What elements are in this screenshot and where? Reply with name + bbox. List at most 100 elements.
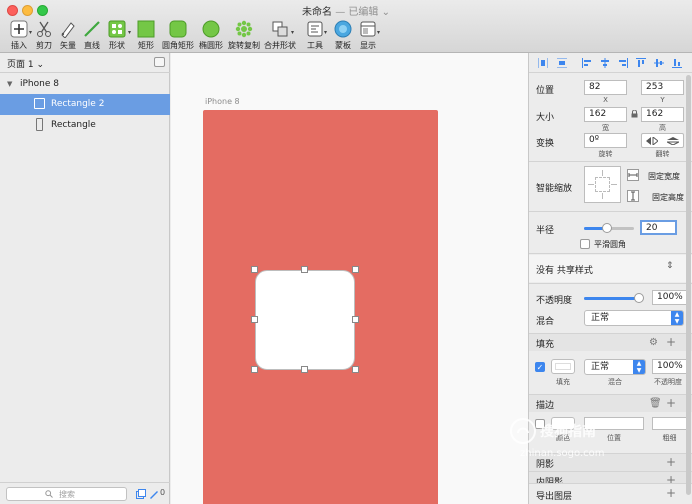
align-right-icon[interactable] <box>618 58 628 68</box>
border-width-input[interactable] <box>652 417 687 430</box>
fill-sublabel: 填充 <box>556 378 570 386</box>
layer-rectangle-2[interactable]: Rectangle 2 <box>0 94 170 115</box>
blend-mode-value: 正常 <box>591 313 610 323</box>
layer-rectangle[interactable]: Rectangle <box>0 115 170 136</box>
transform-label: 变换 <box>536 139 555 149</box>
resize-handle[interactable] <box>251 366 258 373</box>
inspector-scrollbar[interactable] <box>686 75 691 495</box>
export-section-header: 导出图层 + <box>529 483 692 504</box>
opacity-input[interactable]: 100% <box>652 290 687 305</box>
view-icon <box>360 21 376 37</box>
fix-height-icon[interactable] <box>627 190 639 202</box>
resize-handle[interactable] <box>251 316 258 323</box>
blend-label: 混合 <box>536 317 555 327</box>
width-sublabel: 宽 <box>602 124 609 132</box>
artboard-title[interactable]: iPhone 8 <box>205 97 240 106</box>
combine-icon <box>272 21 288 37</box>
select-arrows-icon: ⇕ <box>666 261 674 271</box>
selected-rounded-rectangle[interactable] <box>255 270 355 370</box>
opacity-slider-knob[interactable] <box>634 293 644 303</box>
fill-header: 填充 <box>536 340 555 350</box>
flip-vertical-icon[interactable] <box>667 137 679 145</box>
flip-horizontal-icon[interactable] <box>646 137 658 145</box>
rounded-rectangle-icon <box>169 20 187 38</box>
search-placeholder: 搜索 <box>59 490 75 499</box>
symbols-icon[interactable] <box>136 489 146 499</box>
border-header: 描边 <box>536 401 555 411</box>
height-sublabel: 高 <box>659 124 666 132</box>
align-top-icon[interactable] <box>636 58 646 68</box>
resize-handle[interactable] <box>251 266 258 273</box>
smooth-corners-checkbox[interactable] <box>580 239 590 249</box>
shapes-icon <box>108 20 126 38</box>
fill-opacity-input[interactable]: 100% <box>652 359 687 374</box>
rotation-input[interactable]: 0º <box>584 133 627 148</box>
edit-pen-icon[interactable] <box>149 489 159 499</box>
radius-slider[interactable] <box>584 223 634 233</box>
add-fill-icon[interactable]: + <box>666 335 676 349</box>
width-input[interactable]: 162 <box>584 107 627 122</box>
inner-shadow-section-header: 内阴影 + <box>529 471 692 483</box>
fill-enabled-checkbox[interactable]: ✓ <box>535 362 545 372</box>
gear-icon[interactable]: ⚙ <box>649 337 658 348</box>
watermark-text: 搜狗指南 <box>540 424 596 440</box>
blend-mode-select[interactable]: 正常 ▲ ▼ <box>584 310 684 326</box>
canvas[interactable]: iPhone 8 <box>171 53 528 504</box>
disclosure-triangle-icon[interactable]: ▼ <box>7 80 12 88</box>
flip-buttons[interactable] <box>641 133 684 148</box>
shared-style-select[interactable]: 没有 共享样式 ⇕ <box>529 255 692 282</box>
oval-icon <box>202 20 220 38</box>
opacity-slider[interactable] <box>584 293 644 303</box>
toolbar: 未命名 — 已编辑 ⌄ ▾ 插入 剪刀 矢量 直线 ▾ 形状 矩形 圆角矩形 椭… <box>0 0 692 53</box>
resizing-constraint-widget[interactable] <box>584 166 621 203</box>
resize-handle[interactable] <box>352 266 359 273</box>
rotate-sublabel: 旋转 <box>598 150 613 158</box>
toggle-pages-button[interactable] <box>154 57 165 67</box>
add-inner-shadow-icon[interactable]: + <box>666 473 676 483</box>
position-label: 位置 <box>536 86 555 96</box>
title-menu-caret-icon[interactable]: ⌄ <box>382 7 390 18</box>
align-middle-icon[interactable] <box>654 58 664 68</box>
watermark-url: zhinan.sogo.com <box>520 448 605 459</box>
view-label: 显示 <box>360 41 376 50</box>
height-input[interactable]: 162 <box>641 107 684 122</box>
export-header: 导出图层 <box>536 492 573 502</box>
rectangle-layer-icon <box>36 118 43 131</box>
layer-artboard[interactable]: ▼ iPhone 8 <box>0 74 170 95</box>
resize-handle[interactable] <box>352 316 359 323</box>
view-button[interactable]: ▾ 显示 <box>351 18 385 52</box>
fill-blend-select[interactable]: 正常 ▲ ▼ <box>584 359 646 375</box>
align-left-icon[interactable] <box>582 58 592 68</box>
radius-slider-knob[interactable] <box>601 223 612 233</box>
page-selector[interactable]: 页面 1 ⌄ <box>0 53 170 73</box>
resize-handle[interactable] <box>301 266 308 273</box>
alignment-bar <box>529 53 692 73</box>
distribute-vertical-icon[interactable] <box>557 58 567 68</box>
add-shadow-icon[interactable]: + <box>666 455 676 469</box>
width-sublabel: 粗细 <box>662 434 677 442</box>
add-export-icon[interactable]: + <box>666 486 676 500</box>
x-input[interactable]: 82 <box>584 80 627 95</box>
radius-input[interactable]: 20 <box>640 220 677 235</box>
line-icon <box>84 21 100 37</box>
blend-sublabel: 混合 <box>608 378 622 386</box>
artboard[interactable] <box>203 110 438 504</box>
fix-width-icon[interactable] <box>627 169 639 181</box>
align-center-icon[interactable] <box>600 58 610 68</box>
trash-icon[interactable]: 🗑 <box>649 398 662 409</box>
resize-handle[interactable] <box>352 366 359 373</box>
align-bottom-icon[interactable] <box>672 58 682 68</box>
fill-section-header: 填充 ⚙ + <box>529 333 692 351</box>
fill-color-well[interactable] <box>551 359 575 374</box>
shared-style-value: 没有 共享样式 <box>536 266 593 276</box>
inner-shadow-header: 内阴影 <box>536 478 564 483</box>
rectangle-layer-icon <box>34 98 45 109</box>
size-label: 大小 <box>536 113 555 123</box>
layer-search-input[interactable]: 搜索 <box>6 487 127 501</box>
resize-handle[interactable] <box>301 366 308 373</box>
lock-icon[interactable] <box>631 110 638 118</box>
select-stepper-icon: ▲ ▼ <box>671 311 683 325</box>
distribute-horizontal-icon[interactable] <box>538 58 548 68</box>
add-border-icon[interactable]: + <box>666 396 676 410</box>
y-input[interactable]: 253 <box>641 80 684 95</box>
